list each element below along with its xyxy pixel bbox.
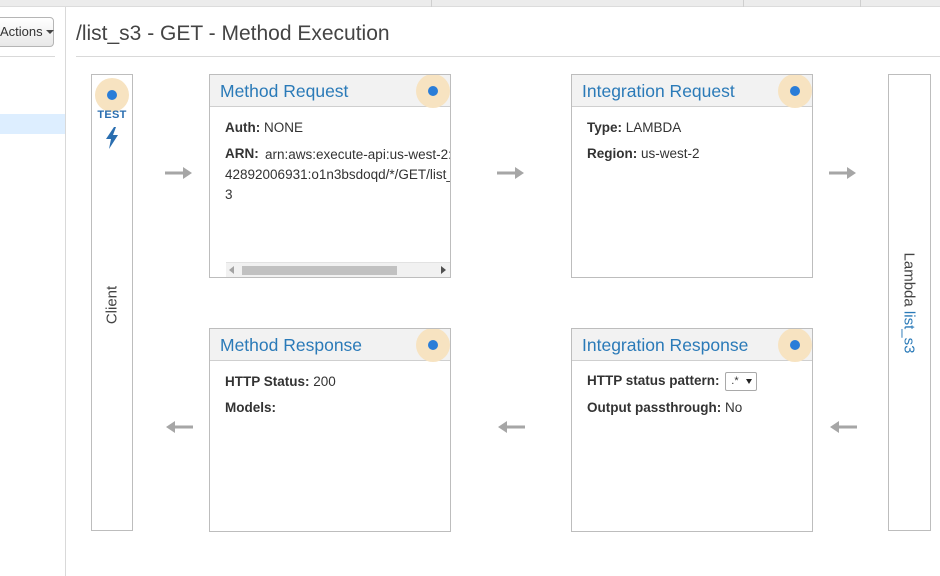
top-bar-divider (860, 0, 861, 7)
http-status-label: HTTP Status: (225, 374, 310, 389)
lambda-label-text: Lambda (900, 252, 918, 307)
resource-tree-selected-item[interactable] (0, 114, 65, 134)
region-label: Region: (587, 146, 638, 161)
auth-label: Auth: (225, 120, 261, 135)
region-row: Region: us-west-2 (587, 146, 700, 161)
method-response-link[interactable]: Method Response (220, 335, 362, 356)
test-button[interactable] (95, 78, 129, 112)
method-request-card: Method Request Auth: NONE ARN: arn:aws:e… (209, 74, 451, 278)
status-dot-icon[interactable] (416, 329, 450, 362)
method-response-card: Method Response HTTP Status: 200 Models: (209, 328, 451, 532)
card-header: Method Response (210, 329, 450, 362)
http-status-value: 200 (313, 374, 336, 389)
auth-row: Auth: NONE (225, 120, 303, 135)
integration-request-link[interactable]: Integration Request (582, 81, 735, 102)
card-header: Integration Response (572, 329, 812, 362)
lambda-function-link[interactable]: list_s3 (901, 311, 918, 354)
status-pattern-row: HTTP status pattern: .* (587, 372, 758, 391)
bolt-icon[interactable] (105, 127, 119, 154)
scroll-left-icon[interactable] (229, 266, 234, 274)
models-label: Models: (225, 400, 277, 415)
arn-value: arn:aws:execute-api:us-west-2:6428920069… (225, 147, 451, 202)
status-pattern-label: HTTP status pattern: (587, 373, 720, 389)
method-request-link[interactable]: Method Request (220, 81, 348, 102)
integration-request-card: Integration Request Type: LAMBDA Region:… (571, 74, 813, 278)
output-passthrough-value: No (725, 400, 743, 415)
top-bar-divider (431, 0, 432, 7)
type-label: Type: (587, 120, 623, 135)
lambda-panel: Lambda list_s3 (888, 74, 931, 531)
status-pattern-value: .* (731, 375, 739, 387)
arrow-right-icon (829, 167, 856, 179)
page-title: /list_s3 - GET - Method Execution (76, 22, 390, 45)
integration-response-link[interactable]: Integration Response (582, 335, 748, 356)
output-passthrough-row: Output passthrough: No (587, 400, 742, 415)
arrow-left-icon (830, 421, 857, 433)
auth-value: NONE (264, 120, 304, 135)
models-row: Models: (225, 400, 276, 415)
type-row: Type: LAMBDA (587, 120, 681, 135)
arrow-left-icon (498, 421, 525, 433)
client-label: Client (103, 285, 121, 325)
lambda-label: Lambda list_s3 (901, 253, 918, 354)
chevron-down-icon (45, 29, 54, 34)
horizontal-scrollbar[interactable] (226, 262, 450, 277)
output-passthrough-label: Output passthrough: (587, 400, 722, 415)
title-divider (76, 56, 940, 57)
left-panel: Actions (0, 7, 66, 576)
status-dot-icon[interactable] (778, 329, 812, 362)
card-header: Integration Request (572, 75, 812, 108)
arrow-left-icon (166, 421, 193, 433)
client-panel: TEST Client (91, 74, 133, 531)
http-status-row: HTTP Status: 200 (225, 374, 336, 389)
status-dot-icon[interactable] (416, 75, 450, 108)
scroll-right-icon[interactable] (441, 266, 446, 274)
status-pattern-select[interactable]: .* (725, 372, 758, 391)
actions-button[interactable]: Actions (0, 17, 54, 47)
integration-response-card: Integration Response HTTP status pattern… (571, 328, 813, 532)
region-value: us-west-2 (641, 146, 700, 161)
arrow-right-icon (165, 167, 192, 179)
card-header: Method Request (210, 75, 450, 108)
top-bar (0, 0, 940, 7)
chevron-down-icon (746, 379, 753, 384)
left-panel-divider (0, 56, 55, 57)
test-label[interactable]: TEST (92, 109, 132, 121)
top-bar-divider (743, 0, 744, 7)
scrollbar-thumb[interactable] (242, 266, 397, 275)
type-value: LAMBDA (625, 120, 682, 135)
status-dot-icon[interactable] (778, 75, 812, 108)
arrow-right-icon (497, 167, 524, 179)
actions-button-label: Actions (0, 24, 43, 39)
